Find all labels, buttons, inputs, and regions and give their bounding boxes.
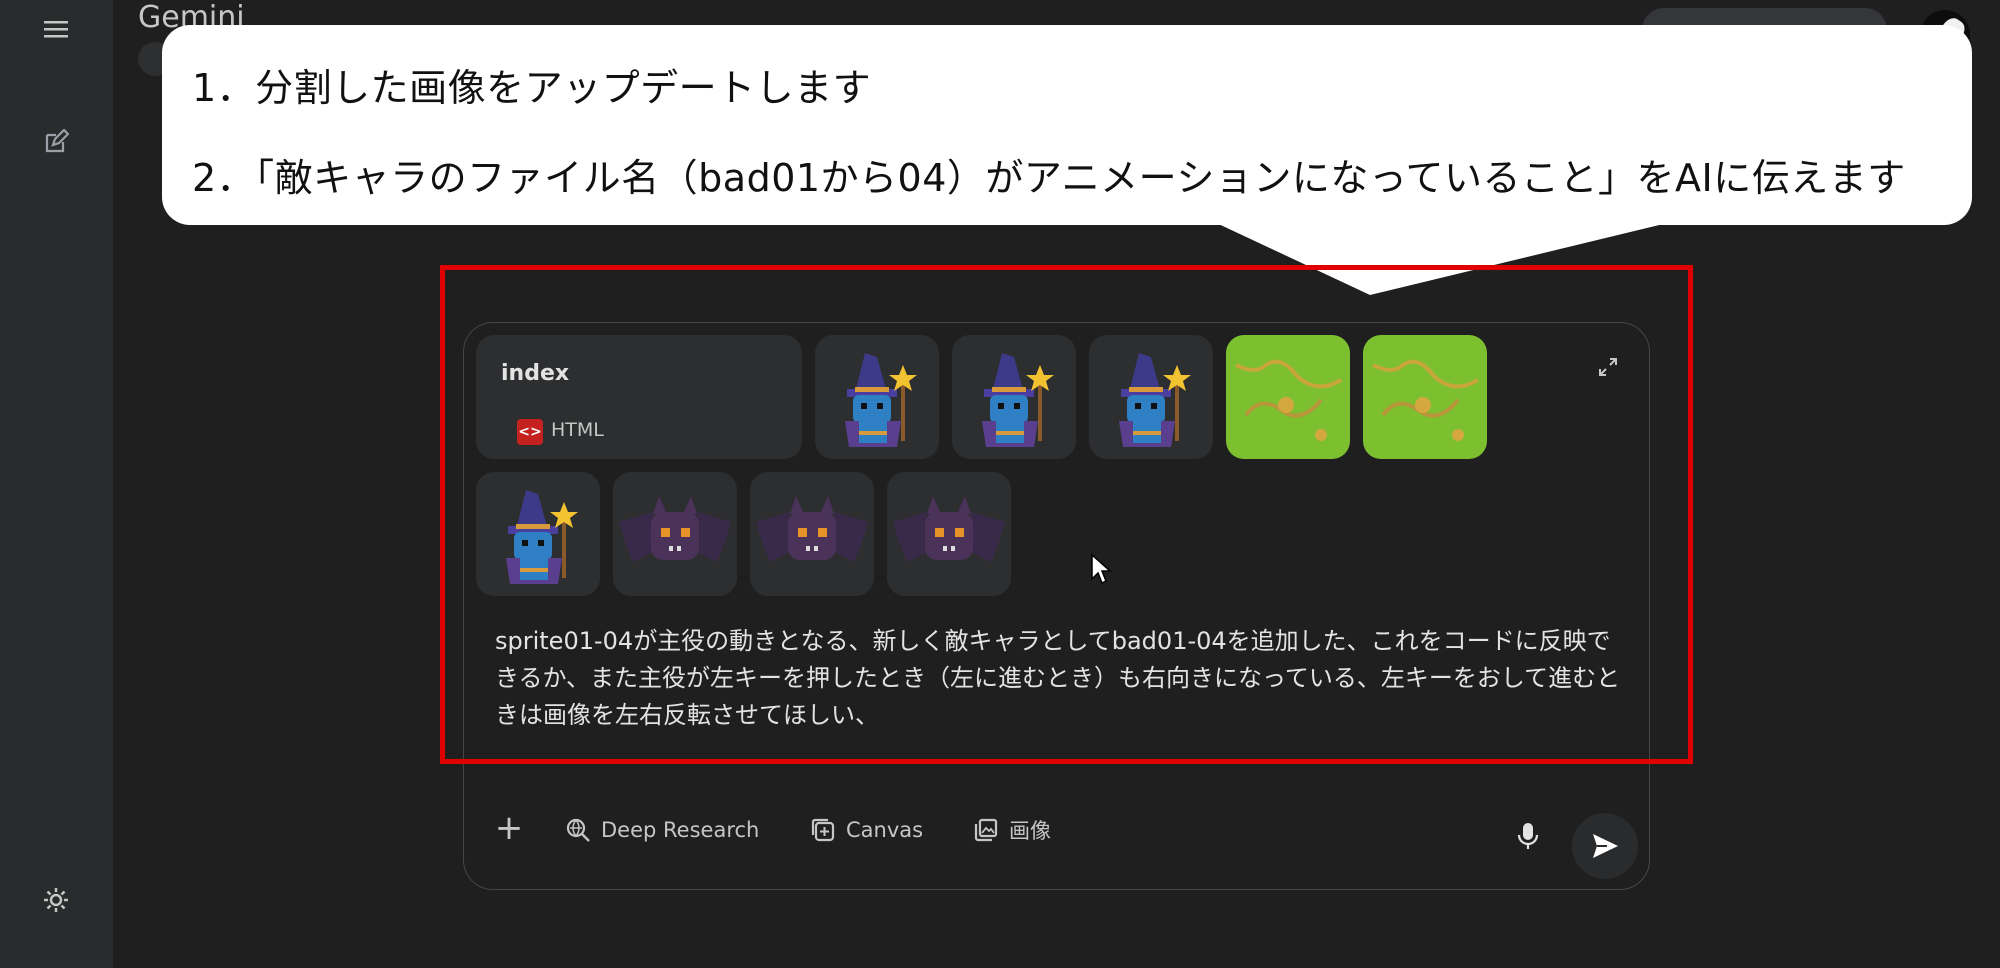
image-thumbnail-bat[interactable]	[613, 472, 737, 596]
code-icon: <>	[517, 419, 543, 445]
image-thumbnail-bat[interactable]	[887, 472, 1011, 596]
attachment-name: index	[501, 361, 570, 386]
image-thumbnail-wizard[interactable]	[476, 472, 600, 596]
deep-research-icon	[566, 818, 590, 842]
canvas-icon	[811, 818, 835, 842]
prompt-input[interactable]: sprite01-04が主役の動きとなる、新しく敵キャラとしてbad01-04を…	[495, 623, 1625, 734]
send-icon	[1593, 834, 1618, 858]
callout-tail	[1210, 220, 1680, 295]
canvas-button[interactable]: Canvas	[810, 813, 923, 847]
image-icon	[974, 818, 998, 842]
image-thumbnail-wizard[interactable]	[815, 335, 939, 459]
callout-line-1: 1．分割した画像をアップデートします	[192, 66, 872, 110]
sidebar	[0, 0, 113, 968]
image-thumbnail-wizard[interactable]	[1089, 335, 1213, 459]
callout-line-2: 2．「敵キャラのファイル名（bad01から04）がアニメーションになっていること…	[192, 156, 1906, 200]
image-thumbnail-bat[interactable]	[750, 472, 874, 596]
deep-research-button[interactable]: Deep Research	[565, 813, 759, 847]
menu-icon[interactable]	[40, 13, 72, 45]
composer-toolbar: + Deep Research Canvas 画像	[464, 791, 1649, 871]
image-thumbnail-wizard[interactable]	[952, 335, 1076, 459]
image-label: 画像	[1009, 819, 1051, 843]
microphone-icon[interactable]	[1515, 821, 1541, 851]
prompt-composer[interactable]: index <> HTML sprite01-04が主役の動きとなる、新しく敵キ…	[463, 322, 1650, 890]
add-icon[interactable]: +	[494, 811, 524, 845]
image-thumbnail-grass[interactable]	[1363, 335, 1487, 459]
image-thumbnail-grass[interactable]	[1226, 335, 1350, 459]
attachment-type: HTML	[551, 419, 604, 441]
settings-icon[interactable]	[40, 884, 72, 916]
new-chat-icon[interactable]	[40, 126, 72, 158]
attachment-card[interactable]: index <> HTML	[476, 335, 802, 459]
mouse-cursor	[1091, 553, 1112, 585]
instruction-callout: 1．分割した画像をアップデートします 2．「敵キャラのファイル名（bad01から…	[162, 25, 1972, 225]
canvas-label: Canvas	[846, 818, 924, 842]
send-button[interactable]	[1572, 813, 1638, 879]
image-button[interactable]: 画像	[973, 813, 1051, 847]
deep-research-label: Deep Research	[601, 818, 760, 842]
expand-icon[interactable]	[1596, 355, 1620, 379]
